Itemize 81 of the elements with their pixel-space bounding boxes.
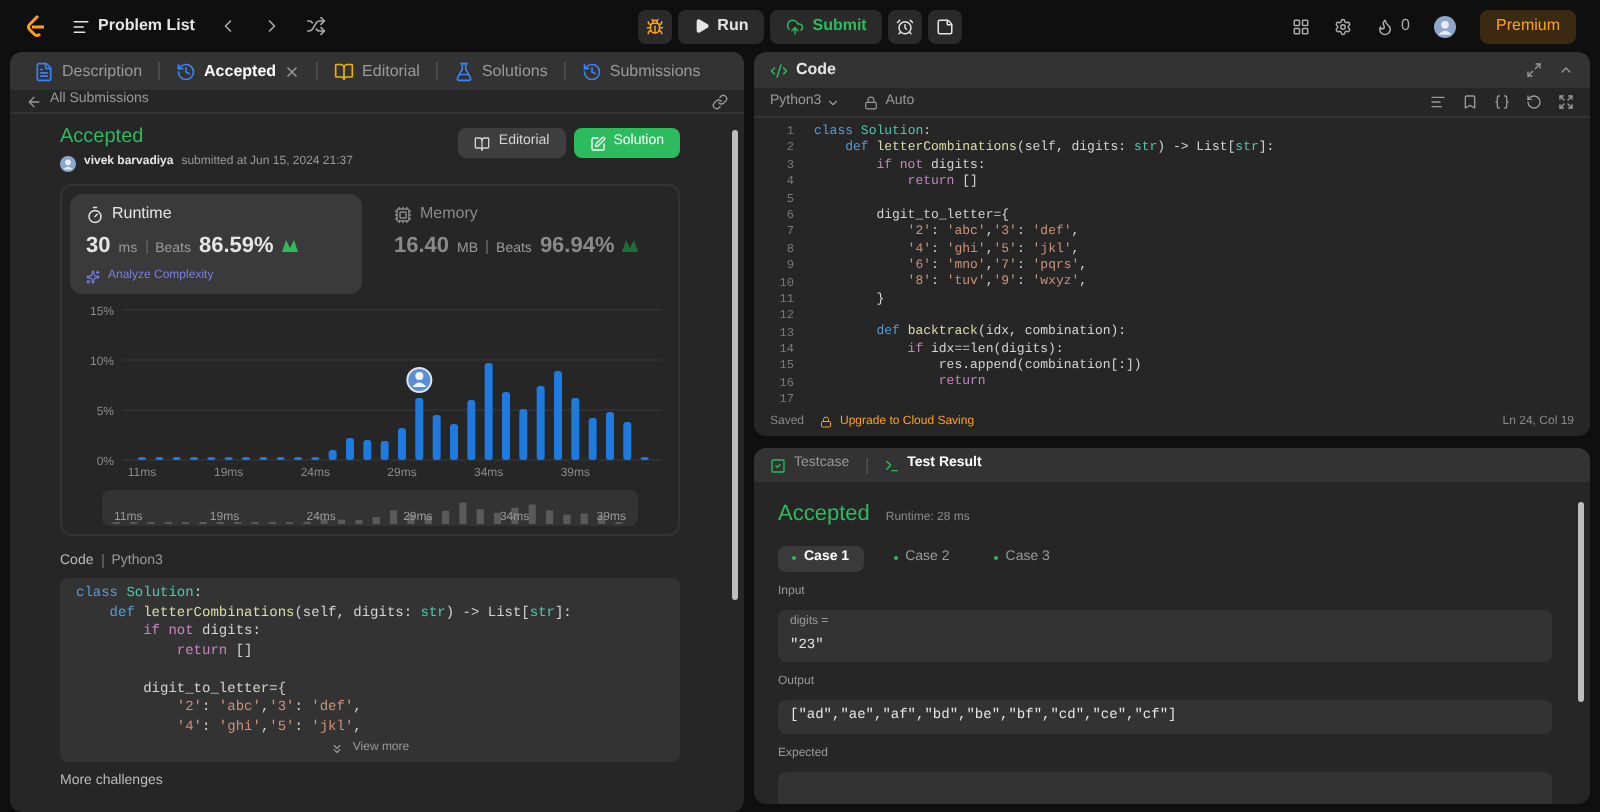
settings-icon[interactable] xyxy=(1333,17,1352,35)
clock-icon xyxy=(86,205,104,223)
panel-tab[interactable]: Submissions xyxy=(573,59,709,83)
chip-icon xyxy=(394,205,412,223)
chart-bar xyxy=(536,385,545,459)
chart-bar xyxy=(588,417,597,459)
chart-bar xyxy=(519,408,528,459)
avatar-icon xyxy=(1434,15,1456,37)
terminal-icon xyxy=(883,457,900,473)
alarm-button[interactable] xyxy=(888,9,923,43)
alarm-clock-icon xyxy=(896,17,915,35)
panel-tab[interactable]: Editorial xyxy=(326,59,428,83)
chart-bar xyxy=(554,370,562,459)
chart-bar xyxy=(571,397,580,459)
chevron-down-icon xyxy=(825,95,840,109)
panel-tab[interactable]: Accepted xyxy=(168,59,309,83)
stat-value: 16.40 xyxy=(394,232,450,262)
note-icon xyxy=(936,17,955,35)
beats-percent: 86.59% xyxy=(199,232,274,262)
stat-label: Memory xyxy=(420,202,478,226)
chart-bar xyxy=(328,449,337,459)
document-icon xyxy=(34,61,54,81)
streak-count: 0 xyxy=(1401,14,1410,38)
arrow-left-icon xyxy=(26,93,42,109)
maximize-icon[interactable] xyxy=(1526,62,1542,78)
result-status: Accepted xyxy=(778,500,870,530)
shuffle-icon[interactable] xyxy=(306,16,327,36)
chart-bar xyxy=(502,391,510,459)
chart-bar xyxy=(432,414,441,459)
history-icon xyxy=(176,61,197,81)
stat-value: 30 xyxy=(86,232,111,262)
edit-icon xyxy=(589,135,606,151)
chart-bar xyxy=(467,399,476,459)
beats-percent: 96.94% xyxy=(539,232,615,262)
bug-icon xyxy=(645,17,664,35)
play-icon xyxy=(693,18,710,34)
chart-bar xyxy=(380,440,389,459)
chart-bar xyxy=(484,362,493,459)
checkbox-icon xyxy=(770,457,786,473)
list-icon xyxy=(72,17,90,35)
chart-bar xyxy=(450,423,458,459)
logo-icon[interactable] xyxy=(24,14,48,38)
status-text: Accepted xyxy=(60,124,146,152)
braces-icon[interactable] xyxy=(1494,94,1510,110)
history-icon xyxy=(581,61,602,81)
book-icon xyxy=(474,135,491,151)
expand-icon[interactable] xyxy=(1558,94,1574,110)
problem-list-button[interactable]: Problem List xyxy=(72,14,195,38)
flask-icon xyxy=(453,61,474,81)
code-icon xyxy=(770,61,788,79)
stat-label: Runtime xyxy=(112,202,172,226)
debug-button[interactable] xyxy=(637,9,672,43)
reset-icon[interactable] xyxy=(1526,94,1542,110)
chart-bar xyxy=(415,397,424,459)
panel-title: Code xyxy=(796,58,836,82)
chart-bar xyxy=(398,427,406,459)
chart-bar xyxy=(623,421,632,459)
sparkle-icon xyxy=(86,269,100,283)
collapse-icon[interactable] xyxy=(1558,62,1574,78)
link-icon[interactable] xyxy=(712,93,728,109)
avatar-marker xyxy=(406,366,433,392)
submit-button[interactable]: Submit xyxy=(770,9,883,43)
book-icon xyxy=(334,61,355,81)
chevrons-down-icon xyxy=(330,742,345,756)
chart-bar xyxy=(606,411,614,459)
chart-bar xyxy=(363,439,372,459)
format-icon[interactable] xyxy=(1430,94,1446,110)
premium-button[interactable]: Premium xyxy=(1480,9,1577,43)
lock-icon xyxy=(820,416,833,428)
close-icon[interactable] xyxy=(284,63,301,79)
avatar-icon xyxy=(60,155,76,171)
panel-tab[interactable]: Description xyxy=(26,59,151,83)
flame-icon[interactable] xyxy=(1375,17,1394,35)
run-button[interactable]: Run xyxy=(677,9,765,43)
lock-icon xyxy=(863,95,878,109)
cloud-upload-icon xyxy=(786,17,805,35)
panel-tab[interactable]: Solutions xyxy=(445,59,556,83)
chart-bar xyxy=(346,437,354,459)
note-button[interactable] xyxy=(928,9,963,43)
bookmark-icon[interactable] xyxy=(1462,94,1478,110)
layout-icon[interactable] xyxy=(1291,17,1310,35)
